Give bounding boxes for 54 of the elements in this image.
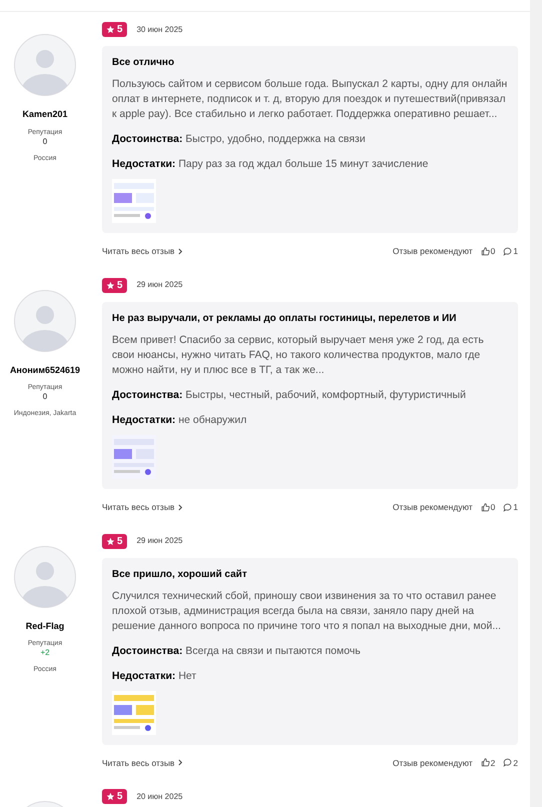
read-more-link[interactable]: Читать весь отзыв (102, 756, 183, 770)
review-cons: Недостатки: не обнаружил (112, 412, 248, 427)
review-date: 30 июн 2025 (136, 24, 183, 36)
review-text: Всем привет! Спасибо за сервис, который выручает меня уже 2 год, да есть свои нюансы, нужно читать FAQ, но такого количества продуктов, мало где можно найти, ну и плюс все в ТГ, а так же... (112, 332, 485, 378)
author-name[interactable]: Kamen201 (22, 108, 68, 122)
review-cons: Недостатки: Пару раз за год ждал больше 15 минут зачисление (112, 157, 430, 171)
chevron-icon (178, 759, 183, 766)
review-cons: Недостатки: Нет (112, 668, 198, 682)
rating-badge: 5 (102, 789, 127, 804)
star-icon (106, 280, 115, 290)
review-date: 29 июн 2025 (136, 535, 183, 547)
review-date: 20 июн 2025 (136, 790, 183, 803)
thumbs-up-icon (480, 502, 490, 512)
author-name[interactable]: Red-Flag (26, 620, 64, 633)
comments-button[interactable]: 1 (503, 245, 518, 258)
review-text: Случился технический сбой, приношу свои извинения за то что оставил ранее плохой отзыв, администрация всегда была на связи, заняло пару дней на решение данного вопроса по причине того что я попал на выходные дни, мой... (112, 588, 502, 634)
recommend-label: Отзыв рекомендуют (392, 245, 473, 258)
avatar-icon (14, 34, 76, 96)
star-icon (106, 536, 115, 546)
like-button[interactable]: 2 (480, 756, 496, 770)
reputation-value: +2 (40, 648, 50, 657)
comments-button[interactable]: 1 (503, 500, 518, 514)
comments-button[interactable]: 2 (503, 756, 518, 770)
rating-badge: 5 (102, 534, 127, 548)
review-title[interactable]: Не раз выручали, от рекламы до оплаты гостиницы, перелетов и ИИ (112, 312, 508, 326)
rating-badge: 5 (102, 22, 127, 37)
thumbs-up-icon (480, 246, 490, 256)
comment-icon (503, 758, 512, 768)
like-button[interactable]: 0 (480, 500, 496, 514)
review-title[interactable]: Все отлично (112, 56, 508, 70)
reputation-value: 0 (42, 136, 48, 146)
review-title[interactable]: Все пришло, хороший сайт (112, 568, 508, 582)
avatar-icon (14, 290, 76, 352)
review-pros: Достоинства: Всегда на связи и пытаются помочь (112, 644, 362, 658)
avatar-icon (14, 546, 76, 608)
read-more-link[interactable]: Читать весь отзыв (102, 245, 183, 258)
recommend-label: Отзыв рекомендуют (392, 756, 473, 770)
review-text: Пользуюсь сайтом и сервисом больше года. Выпускал 2 карты, одну для онлайн оплат в интернете, подписок и т. д, вторую для поездок и путешествий(привязал к apple pay). Все стабильно и легко работает. Поддержка оперативно решает... (112, 77, 508, 122)
thumbs-up-icon (480, 758, 490, 768)
review-pros: Достоинства: Быстро, удобно, поддержка на связи (112, 132, 366, 146)
chevron-icon (178, 248, 183, 255)
comment-icon (503, 502, 512, 512)
read-more-link[interactable]: Читать весь отзыв (102, 500, 183, 514)
star-icon (106, 792, 115, 802)
reputation-value: 0 (42, 392, 48, 402)
rating-badge: 5 (102, 278, 127, 293)
review-pros: Достоинства: Быстры, честный, рабочий, комфортный, футуристичный (112, 388, 467, 402)
chevron-icon (178, 504, 183, 511)
recommend-label: Отзыв рекомендуют (392, 500, 473, 514)
review-date: 29 июн 2025 (136, 279, 183, 292)
author-name[interactable]: Аноним6524619 (10, 364, 80, 378)
star-icon (106, 25, 115, 34)
comment-icon (503, 246, 512, 256)
like-button[interactable]: 0 (480, 245, 496, 258)
